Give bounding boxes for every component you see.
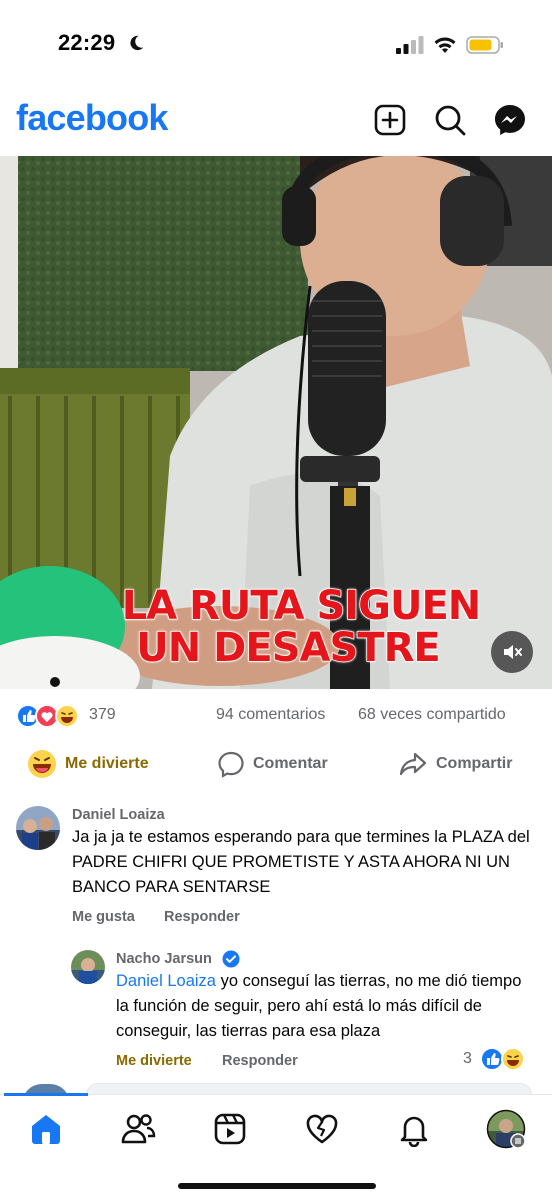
post-actions: Me divierte Comentar Compartir xyxy=(0,742,552,786)
comment-button[interactable]: Comentar xyxy=(217,748,328,780)
moon-icon xyxy=(130,35,144,51)
reply-author[interactable]: Nacho Jarsun xyxy=(116,951,212,967)
bottom-navigation xyxy=(0,1093,552,1200)
reply-text: Daniel Loaiza yo conseguí las tierras, n… xyxy=(116,969,536,1044)
reply-reaction-count[interactable]: 3 xyxy=(463,1050,472,1068)
reactions-summary[interactable]: 379 94 comentarios 68 veces compartido xyxy=(0,700,552,732)
home-indicator xyxy=(178,1183,376,1189)
comment-like-button[interactable]: Me gusta xyxy=(72,909,135,925)
comment-button-label: Comentar xyxy=(253,755,328,772)
reply-reply-button[interactable]: Responder xyxy=(222,1053,298,1069)
reply-author-avatar[interactable] xyxy=(71,950,105,984)
active-tab-indicator xyxy=(4,1093,88,1096)
search-icon[interactable] xyxy=(433,103,467,137)
verified-badge-icon xyxy=(222,950,240,968)
comment-bubble-icon xyxy=(218,751,244,778)
profile-avatar[interactable] xyxy=(486,1109,526,1149)
video-caption-line1: LA RUTA SIGUEN xyxy=(121,583,482,629)
facebook-logo[interactable]: facebook xyxy=(16,97,168,139)
messenger-icon[interactable] xyxy=(493,103,527,137)
comment-reply-button[interactable]: Responder xyxy=(164,909,240,925)
comment-text: Ja ja ja te estamos esperando para que t… xyxy=(72,828,530,896)
dating-heart-icon[interactable] xyxy=(304,1111,340,1147)
reply-mention-link[interactable]: Daniel Loaiza xyxy=(116,972,216,990)
status-bar: 22:29 xyxy=(0,0,552,90)
react-button[interactable]: Me divierte xyxy=(27,748,149,780)
app-header: facebook xyxy=(0,95,552,151)
reply-reaction-icons xyxy=(480,1047,525,1071)
home-icon[interactable] xyxy=(28,1111,64,1147)
share-button-label: Compartir xyxy=(436,755,513,772)
friends-icon[interactable] xyxy=(120,1111,156,1147)
signal-icon xyxy=(396,36,424,54)
mute-button[interactable] xyxy=(491,631,533,673)
share-arrow-icon xyxy=(399,752,427,776)
battery-icon xyxy=(466,36,503,54)
reels-icon[interactable] xyxy=(212,1111,248,1147)
status-time: 22:29 xyxy=(58,30,116,55)
haha-emoji-icon xyxy=(28,750,56,778)
comment-author[interactable]: Daniel Loaiza xyxy=(72,807,165,823)
notifications-bell-icon[interactable] xyxy=(396,1111,432,1147)
react-button-label: Me divierte xyxy=(65,755,149,772)
video-caption-line2: UN DESASTRE xyxy=(136,625,442,671)
create-post-icon[interactable] xyxy=(373,103,407,137)
comments-count-link[interactable]: 94 comentarios xyxy=(216,706,325,724)
reply-react-button[interactable]: Me divierte xyxy=(116,1053,192,1069)
speaker-muted-icon xyxy=(504,645,522,659)
reaction-icons-stack xyxy=(16,704,79,728)
shares-count-link[interactable]: 68 veces compartido xyxy=(358,706,506,724)
commenter-avatar[interactable] xyxy=(16,806,60,850)
wifi-icon xyxy=(434,37,456,53)
reaction-count: 379 xyxy=(89,706,116,723)
share-button[interactable]: Compartir xyxy=(398,748,512,780)
